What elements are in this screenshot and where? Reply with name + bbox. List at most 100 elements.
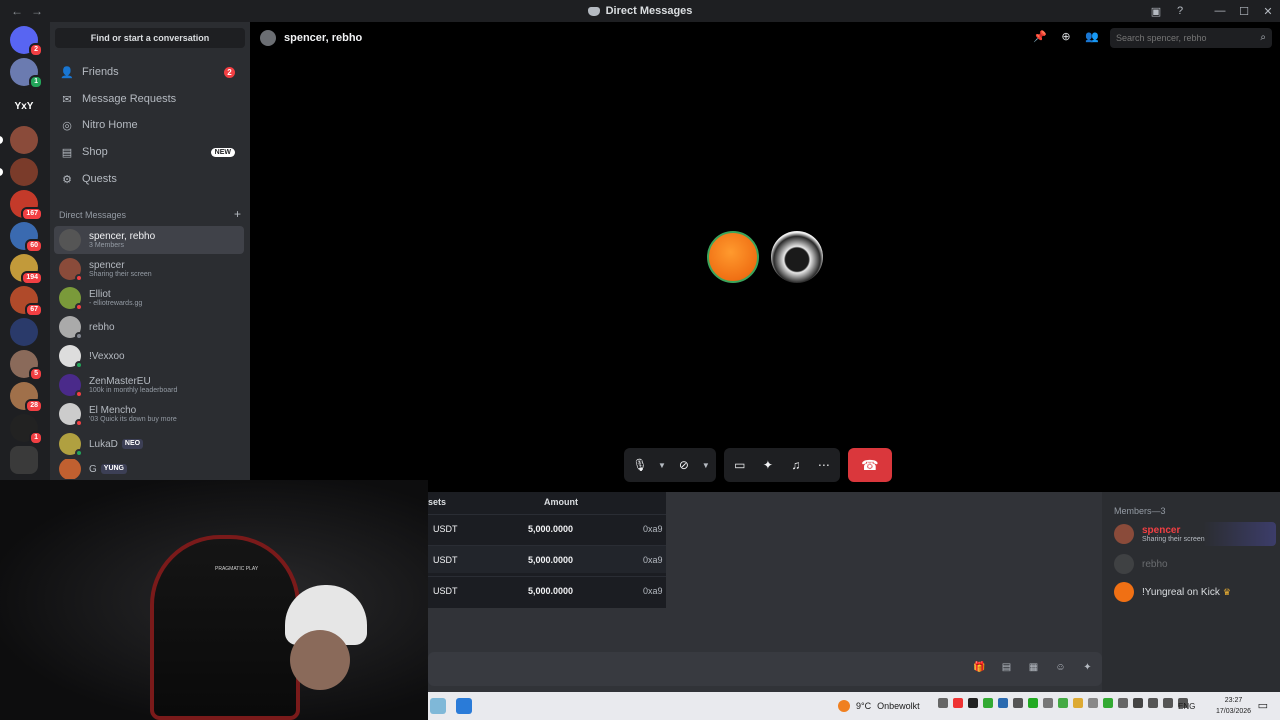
app-icon[interactable] <box>456 698 472 714</box>
server-icon[interactable]: YxY <box>10 92 38 120</box>
gaming-chair <box>150 535 300 720</box>
create-dm-icon[interactable]: + <box>234 208 241 220</box>
chevron-up-icon[interactable] <box>938 698 948 708</box>
server-icon[interactable] <box>10 446 38 474</box>
activities-icon[interactable]: ✦ <box>758 455 778 475</box>
avatar <box>59 403 83 427</box>
member-item-yungreal[interactable]: !Yungreal on Kick ♛ <box>1114 580 1276 604</box>
server-icon[interactable]: 67 <box>10 286 43 317</box>
streamer-face <box>290 630 350 690</box>
member-item-spencer[interactable]: spencer Sharing their screen <box>1114 522 1276 546</box>
back-arrow-icon[interactable]: ← <box>10 4 24 18</box>
help-icon[interactable]: ? <box>1168 5 1192 17</box>
dm-item-zenmastereu[interactable]: ZenMasterEU 100k in monthly leaderboard <box>54 371 244 399</box>
network-icon[interactable] <box>1148 698 1158 708</box>
dm-item-rebho[interactable]: rebho <box>54 313 244 341</box>
discord-icon <box>587 6 600 16</box>
microphone-icon[interactable] <box>1133 698 1143 708</box>
more-icon[interactable]: ⋯ <box>814 455 834 475</box>
chevron-down-icon[interactable]: ▼ <box>702 461 710 470</box>
weather-widget[interactable]: 9°C Onbewolkt <box>838 692 920 720</box>
search-icon: ⌕ <box>1260 32 1266 43</box>
group-avatar <box>59 229 81 251</box>
pin-icon[interactable]: 📌 <box>1032 30 1048 46</box>
find-conversation-button[interactable]: Find or start a conversation <box>55 28 245 48</box>
dm-item-el-mencho[interactable]: El Mencho '03 Quick its down buy more <box>54 400 244 428</box>
tray-icon[interactable] <box>1028 698 1038 708</box>
server-icon[interactable]: 1 <box>10 414 43 445</box>
discord-home-icon[interactable]: 2 <box>10 26 43 57</box>
tray-icon[interactable] <box>998 698 1008 708</box>
forward-arrow-icon[interactable]: → <box>30 4 44 18</box>
server-icon[interactable] <box>10 126 38 154</box>
emoji-icon[interactable]: ☺ <box>1054 662 1067 675</box>
tray-icon[interactable] <box>983 698 993 708</box>
close-icon[interactable]: ✕ <box>1256 5 1280 18</box>
chevron-down-icon[interactable]: ▼ <box>658 461 666 470</box>
inbox-icon[interactable]: ▣ <box>1144 5 1168 18</box>
tray-icon[interactable] <box>1118 698 1128 708</box>
window-title: Direct Messages <box>0 0 1280 22</box>
tray-icon[interactable] <box>1043 698 1053 708</box>
members-icon[interactable]: 👥 <box>1084 30 1100 46</box>
gif-icon[interactable]: ▤ <box>1000 662 1013 675</box>
nav-nitro-home[interactable]: ◎ Nitro Home <box>55 114 245 136</box>
server-icon[interactable] <box>10 318 38 346</box>
add-friend-icon[interactable]: ⊕ <box>1058 30 1074 46</box>
dm-item-spencer-rebho[interactable]: spencer, rebho 3 Members <box>54 226 244 254</box>
table-row: USDT 5,000.0000 0xa9 <box>428 545 666 573</box>
server-icon[interactable]: 28 <box>10 382 43 413</box>
search-input[interactable] <box>1110 28 1272 48</box>
tray-icon[interactable] <box>1103 698 1113 708</box>
microphone-icon[interactable]: 🎙 <box>630 455 650 475</box>
dm-item-g[interactable]: G YUNG <box>54 459 244 479</box>
friends-icon: 👤 <box>60 66 74 79</box>
participant-avatar[interactable] <box>771 231 823 283</box>
minimize-icon[interactable]: — <box>1208 5 1232 18</box>
notification-icon[interactable]: ▭ <box>1258 699 1268 712</box>
dm-sidebar: Find or start a conversation 👤 Friends 2… <box>50 22 250 480</box>
quests-icon: ⚙ <box>62 173 72 186</box>
disconnect-button[interactable]: ☎ <box>847 448 892 482</box>
apps-icon[interactable]: ✦ <box>1081 662 1094 675</box>
app-icon[interactable] <box>430 698 446 714</box>
tray-icon[interactable] <box>1088 698 1098 708</box>
nav-message-requests[interactable]: ✉ Message Requests <box>55 88 245 110</box>
avatar <box>59 459 81 479</box>
avatar <box>59 374 83 398</box>
gift-icon[interactable]: 🎁 <box>973 662 986 675</box>
tray-icon[interactable] <box>1073 698 1083 708</box>
member-item-rebho[interactable]: rebho <box>1114 552 1276 576</box>
server-icon[interactable] <box>10 158 38 186</box>
server-icon[interactable]: 1 <box>10 58 43 89</box>
dm-item-spencer[interactable]: spencer Sharing their screen <box>54 255 244 283</box>
nav-friends[interactable]: 👤 Friends 2 <box>55 61 245 83</box>
participant-avatar[interactable] <box>707 231 759 283</box>
chat-input-bar[interactable]: 🎁 ▤ ▦ ☺ ✦ <box>428 652 1102 686</box>
server-icon[interactable]: 5 <box>10 350 43 381</box>
soundboard-icon[interactable]: ♫ <box>786 455 806 475</box>
dm-item-elliot[interactable]: Elliot - elliotrewards.gg <box>54 284 244 312</box>
server-icon[interactable]: 167 <box>10 190 43 221</box>
language-indicator[interactable]: ENG <box>1178 692 1195 720</box>
dm-section-header: Direct Messages + <box>59 207 241 221</box>
tray-icon[interactable] <box>1013 698 1023 708</box>
tray-icon[interactable] <box>968 698 978 708</box>
sticker-icon[interactable]: ▦ <box>1027 662 1040 675</box>
nav-shop[interactable]: ▤ Shop NEW <box>55 141 245 163</box>
camera-off-icon[interactable]: ⊘ <box>674 455 694 475</box>
tray-icon[interactable] <box>1058 698 1068 708</box>
tray-icon[interactable] <box>953 698 963 708</box>
maximize-icon[interactable]: ☐ <box>1232 5 1256 18</box>
volume-icon[interactable] <box>1163 698 1173 708</box>
mail-icon: ✉ <box>62 93 72 106</box>
dm-item-vexxoo[interactable]: !Vexxoo <box>54 342 244 370</box>
clock[interactable]: 23:27 17/03/2026 <box>1216 695 1251 717</box>
avatar <box>59 316 83 340</box>
dm-item-lukad[interactable]: LukaD NEO <box>54 430 244 458</box>
screen-share-icon[interactable]: ▭ <box>730 455 750 475</box>
server-icon[interactable]: 194 <box>10 254 43 285</box>
table-row: USDT 5,000.0000 0xa9 <box>428 576 666 604</box>
server-icon[interactable]: 60 <box>10 222 43 253</box>
nav-quests[interactable]: ⚙ Quests <box>55 168 245 190</box>
